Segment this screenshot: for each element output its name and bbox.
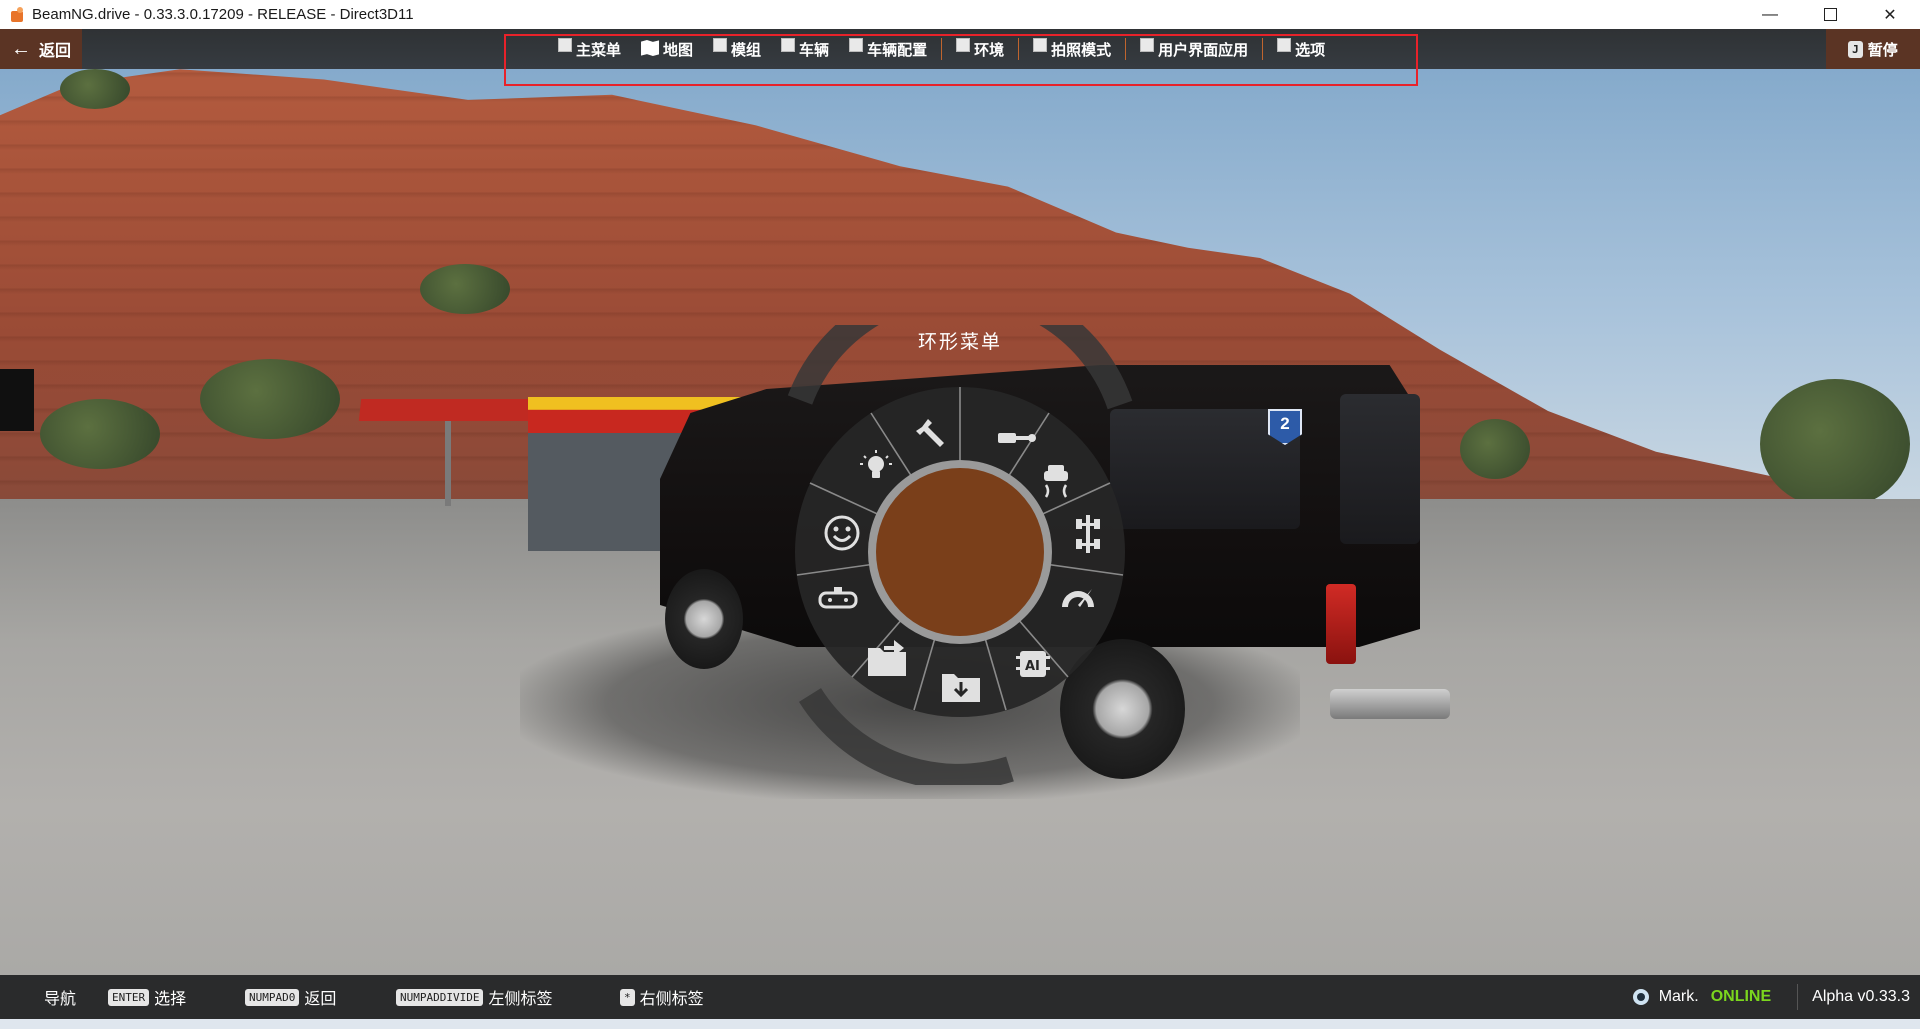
pause-button[interactable]: J 暂停	[1826, 29, 1920, 69]
tab-label: 用户界面应用	[1158, 41, 1249, 59]
shrub	[60, 69, 130, 109]
tab-label: 拍照模式	[1051, 41, 1112, 59]
broken-image-icon	[558, 38, 572, 52]
van-bumper	[1330, 689, 1450, 719]
tab-label: 主菜单	[576, 41, 622, 59]
keyboard-key-icon: ENTER	[108, 988, 150, 1006]
tab-photo-mode[interactable]: 拍照模式	[1023, 29, 1121, 69]
keyboard-key-icon: NUMPADDIVIDE	[396, 988, 484, 1006]
beamng-app-icon	[10, 6, 26, 23]
keyboard-key-icon: NUMPAD0	[245, 988, 300, 1006]
roadside-sign	[0, 369, 34, 431]
window-controls: — ✕	[1740, 0, 1920, 29]
bottom-hint-bar: 导航 ENTER 选择 NUMPAD0 返回 NUMPADDIVIDE 左侧标签…	[0, 975, 1920, 1019]
broken-image-icon	[1140, 38, 1155, 52]
broken-image-icon	[781, 38, 796, 52]
menu-divider	[941, 38, 943, 60]
online-status: Mark. ONLINE Alpha v0.33.3	[1632, 975, 1910, 1019]
maximize-button[interactable]	[1800, 0, 1860, 29]
van-taillight	[1326, 584, 1356, 664]
tab-label: 车辆配置	[867, 41, 928, 59]
tab-vehicle-config[interactable]: 车辆配置	[839, 29, 937, 69]
user-name: Mark.	[1658, 988, 1699, 1005]
tab-label: 环境	[974, 41, 1005, 59]
hint-right-tab[interactable]: * 右侧标签	[620, 975, 704, 1019]
broken-image-icon	[1277, 38, 1292, 52]
hint-label: 返回	[304, 991, 337, 1008]
hint-label: 导航	[44, 991, 77, 1008]
broken-image-icon	[1033, 38, 1048, 52]
back-button-label: 返回	[38, 43, 71, 60]
hint-label: 右侧标签	[639, 991, 704, 1008]
broken-image-icon	[713, 38, 728, 52]
van-front-wheel	[665, 569, 743, 669]
tab-label: 模组	[731, 41, 762, 59]
svg-text:AI: AI	[1025, 659, 1040, 674]
minimize-button[interactable]: —	[1740, 0, 1800, 29]
tab-options[interactable]: 选项	[1267, 29, 1335, 69]
tab-label: 选项	[1295, 41, 1326, 59]
tab-main-menu[interactable]: 主菜单	[548, 29, 631, 69]
tab-ui-apps[interactable]: 用户界面应用	[1130, 29, 1258, 69]
hint-navigate: 导航	[44, 975, 76, 1019]
tree	[1760, 379, 1910, 509]
load-folder-icon[interactable]	[942, 674, 980, 702]
tab-mods[interactable]: 模组	[703, 29, 771, 69]
tab-label: 车辆	[799, 41, 830, 59]
keyboard-key-icon: J	[1848, 40, 1863, 58]
main-menu-tabs: 主菜单 地图 模组 车辆 车辆配置 环境 拍照模式 用户界面应用 选项	[548, 29, 1335, 69]
tab-vehicles[interactable]: 车辆	[771, 29, 839, 69]
radial-menu-graphic: AI	[787, 325, 1133, 785]
tab-environment[interactable]: 环境	[946, 29, 1014, 69]
radial-center[interactable]	[876, 468, 1044, 636]
van-rear-window	[1340, 394, 1420, 544]
top-menu-bar: ← 返回 主菜单 地图 模组 车辆 车辆配置 环境 拍照模式 用户界面应用 选项…	[0, 29, 1920, 69]
hint-select[interactable]: ENTER 选择	[108, 975, 186, 1019]
window-titlebar: BeamNG.drive - 0.33.3.0.17209 - RELEASE …	[0, 0, 1920, 29]
version-label: Alpha v0.33.3	[1812, 988, 1910, 1005]
menu-divider	[1018, 38, 1020, 60]
shrub	[40, 399, 160, 469]
keyboard-key-icon: *	[620, 988, 635, 1006]
ai-chip-icon[interactable]: AI	[1016, 651, 1050, 677]
hint-back[interactable]: NUMPAD0 返回	[245, 975, 336, 1019]
hint-label: 选择	[154, 991, 187, 1008]
back-arrow-icon: ←	[10, 37, 31, 60]
hint-label: 左侧标签	[488, 991, 553, 1008]
back-button[interactable]: ← 返回	[0, 29, 82, 69]
menu-divider	[1262, 38, 1264, 60]
canopy-pole	[445, 421, 451, 506]
maximize-icon	[1823, 8, 1837, 21]
window-title: BeamNG.drive - 0.33.3.0.17209 - RELEASE …	[32, 6, 414, 23]
taskbar-edge	[0, 1019, 1920, 1029]
shrub	[200, 359, 340, 439]
pause-label: 暂停	[1867, 41, 1898, 59]
steam-icon	[1632, 989, 1649, 1005]
close-button[interactable]: ✕	[1860, 0, 1920, 29]
tab-map[interactable]: 地图	[631, 29, 703, 69]
online-status-label: ONLINE	[1710, 988, 1772, 1005]
tab-label: 地图	[663, 41, 694, 59]
map-icon	[641, 40, 659, 56]
status-divider	[1797, 984, 1799, 1010]
radial-menu[interactable]: 环形菜单 AI	[780, 325, 1140, 785]
shrub	[420, 264, 510, 314]
game-viewport[interactable]: 2 环形菜单 AI	[0, 29, 1920, 975]
broken-image-icon	[956, 38, 971, 52]
close-icon: ✕	[1883, 6, 1897, 24]
minimize-icon: —	[1762, 5, 1778, 23]
broken-image-icon	[849, 38, 864, 52]
menu-divider	[1125, 38, 1127, 60]
hint-left-tab[interactable]: NUMPADDIVIDE 左侧标签	[396, 975, 553, 1019]
shrub	[1460, 419, 1530, 479]
